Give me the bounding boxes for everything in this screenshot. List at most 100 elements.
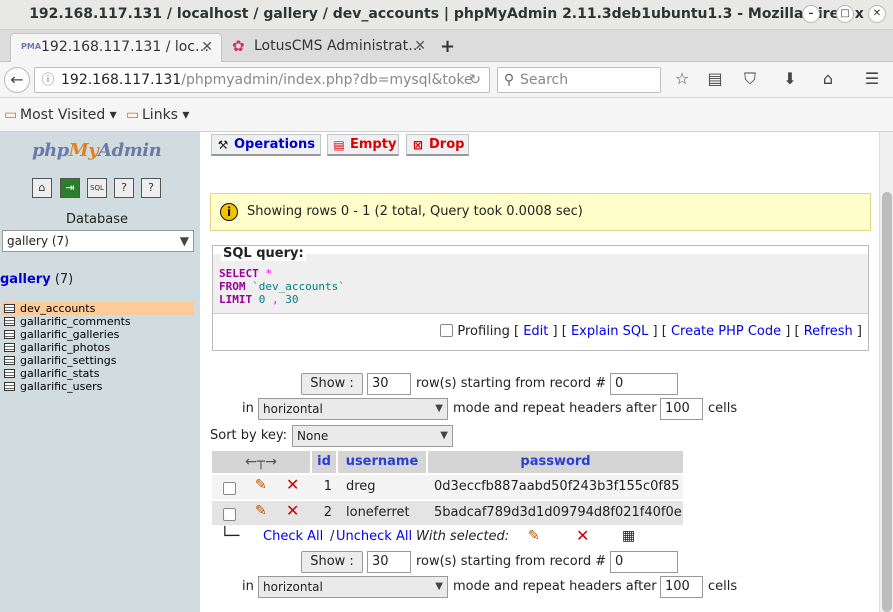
show-button-bottom[interactable]: Show : (301, 551, 363, 573)
most-visited-bookmark[interactable]: Most Visited ▾ (20, 98, 117, 132)
repeat-headers-input[interactable]: 100 (660, 398, 703, 420)
table-item-gallarific-comments[interactable]: gallarific_comments (2, 315, 194, 328)
refresh-link[interactable]: Refresh (804, 324, 853, 339)
docs-icon[interactable]: ? (141, 178, 161, 198)
explain-sql-link[interactable]: Explain SQL (571, 324, 648, 339)
notice-icon: i (220, 203, 238, 221)
table-name: gallarific_galleries (20, 328, 120, 341)
navigation-toolbar: ← ⓘ 192.168.117.131/phpmyadmin/index.php?… (0, 62, 893, 98)
arrow-ltr-icon: └─ (220, 526, 240, 545)
uncheck-all-link[interactable]: Uncheck All (336, 529, 412, 545)
database-label: Database (65, 212, 129, 227)
scrollbar-thumb[interactable] (882, 192, 892, 612)
sort-by-label: Sort by key: (210, 428, 288, 443)
info-icon[interactable]: ⓘ (35, 69, 61, 92)
menu-icon[interactable]: ☰ (860, 67, 884, 93)
cells-label: cells (708, 401, 738, 416)
pocket-icon[interactable]: ⛉ (738, 67, 762, 93)
chevron-down-icon: ▼ (440, 430, 448, 441)
table-name: gallarific_users (20, 380, 103, 393)
new-tab-button[interactable]: + (440, 33, 460, 62)
export-selected-icon[interactable]: ▦ (622, 528, 635, 544)
mode-select[interactable]: horizontal ▼ (258, 398, 448, 420)
start-record-input-bottom[interactable]: 0 (610, 551, 678, 573)
help-icon[interactable]: ? (114, 178, 134, 198)
table-name: dev_accounts (20, 302, 96, 315)
profiling-label: Profiling (457, 324, 510, 339)
delete-x-icon[interactable]: ✕ (286, 501, 299, 520)
create-php-link[interactable]: Create PHP Code (671, 324, 781, 339)
database-select[interactable]: gallery (7) ▼ (2, 230, 194, 252)
tab-close-icon[interactable]: ✕ (414, 33, 426, 60)
profiling-checkbox[interactable] (440, 324, 454, 337)
show-button[interactable]: Show : (301, 373, 363, 395)
sql-limit-count: 30 (285, 293, 299, 306)
bookmark-star-icon[interactable]: ☆ (670, 67, 694, 93)
folder-icon: ▭ (126, 107, 140, 123)
sort-by-value: None (297, 429, 329, 443)
table-icon (4, 369, 15, 378)
repeat-headers-input-bottom[interactable]: 100 (660, 576, 703, 598)
table-item-gallarific-settings[interactable]: gallarific_settings (2, 354, 194, 367)
table-icon (4, 382, 15, 391)
delete-selected-icon[interactable]: ✕ (576, 526, 589, 545)
tab-close-icon[interactable]: ✕ (201, 34, 213, 61)
logout-icon[interactable]: ⇥ (60, 178, 80, 198)
column-header-password[interactable]: password (428, 451, 683, 473)
edit-link[interactable]: Edit (523, 324, 548, 339)
table-item-gallarific-users[interactable]: gallarific_users (2, 380, 194, 393)
notice-text: Showing rows 0 - 1 (2 total, Query took … (247, 204, 583, 219)
close-window-icon[interactable]: ✕ (868, 5, 886, 23)
back-arrow-icon[interactable]: ← (4, 67, 30, 93)
column-header-username[interactable]: username (338, 451, 426, 473)
check-all-link[interactable]: Check All (263, 529, 323, 545)
url-bar[interactable]: ⓘ 192.168.117.131/phpmyadmin/index.php?db… (34, 67, 490, 93)
reload-icon[interactable]: ↻ (469, 68, 481, 92)
empty-tab[interactable]: ▤ Empty (327, 134, 399, 156)
cell-username: dreg (346, 479, 376, 494)
chevron-down-icon: ▼ (435, 403, 443, 414)
cells-label-bottom: cells (708, 579, 738, 594)
drop-tab[interactable]: ⊠ Drop (406, 134, 469, 156)
download-icon[interactable]: ⬇ (778, 67, 802, 93)
cell-id: 1 (323, 479, 332, 494)
sql-query-icon[interactable]: SQL (87, 178, 107, 198)
phpmyadmin-logo[interactable]: phpMyAdmin (32, 140, 162, 161)
start-record-input[interactable]: 0 (610, 373, 678, 395)
database-name: gallery (0, 272, 51, 287)
table-item-gallarific-photos[interactable]: gallarific_photos (2, 341, 194, 354)
maximize-icon[interactable]: □ (836, 5, 854, 23)
search-input[interactable]: ⚲ Search (497, 67, 661, 93)
table-icon (4, 330, 15, 339)
edit-pencil-icon[interactable]: ✎ (255, 477, 267, 493)
database-heading[interactable]: gallery (7) (0, 272, 73, 287)
url-path: /phpmyadmin/index.php?db=mysql&toke (181, 72, 473, 88)
row-checkbox[interactable] (223, 482, 236, 495)
edit-selected-icon[interactable]: ✎ (528, 528, 540, 544)
tab-phpmyadmin[interactable]: PMA 192.168.117.131 / loc… ✕ (10, 33, 222, 62)
links-bookmark[interactable]: Links ▾ (142, 98, 189, 132)
column-header-id[interactable]: id (312, 451, 336, 473)
delete-x-icon[interactable]: ✕ (286, 475, 299, 494)
edit-pencil-icon[interactable]: ✎ (255, 503, 267, 519)
row-checkbox[interactable] (223, 508, 236, 521)
table-item-dev-accounts[interactable]: dev_accounts (2, 302, 194, 315)
home-icon[interactable]: ⌂ (32, 178, 52, 198)
table-item-gallarific-galleries[interactable]: gallarific_galleries (2, 328, 194, 341)
sql-from: FROM (219, 280, 246, 293)
rows-input-bottom[interactable]: 30 (367, 551, 411, 573)
minimize-icon[interactable]: – (802, 5, 820, 23)
sort-by-select[interactable]: None ▼ (292, 425, 453, 447)
operations-tab[interactable]: ⚒ Operations (211, 134, 321, 156)
table-item-gallarific-stats[interactable]: gallarific_stats (2, 367, 194, 380)
rows-input[interactable]: 30 (367, 373, 411, 395)
drop-icon: ⊠ (412, 138, 424, 152)
sql-table: `dev_accounts` (252, 280, 345, 293)
in-label: in (242, 401, 254, 416)
scrollbar[interactable] (879, 132, 893, 612)
reading-list-icon[interactable]: ▤ (703, 67, 727, 93)
cell-id: 2 (323, 505, 332, 520)
home-icon[interactable]: ⌂ (816, 67, 840, 93)
mode-select-bottom[interactable]: horizontal ▼ (258, 576, 448, 598)
tab-lotuscms[interactable]: ✿ LotusCMS Administrat… ✕ (222, 33, 434, 62)
